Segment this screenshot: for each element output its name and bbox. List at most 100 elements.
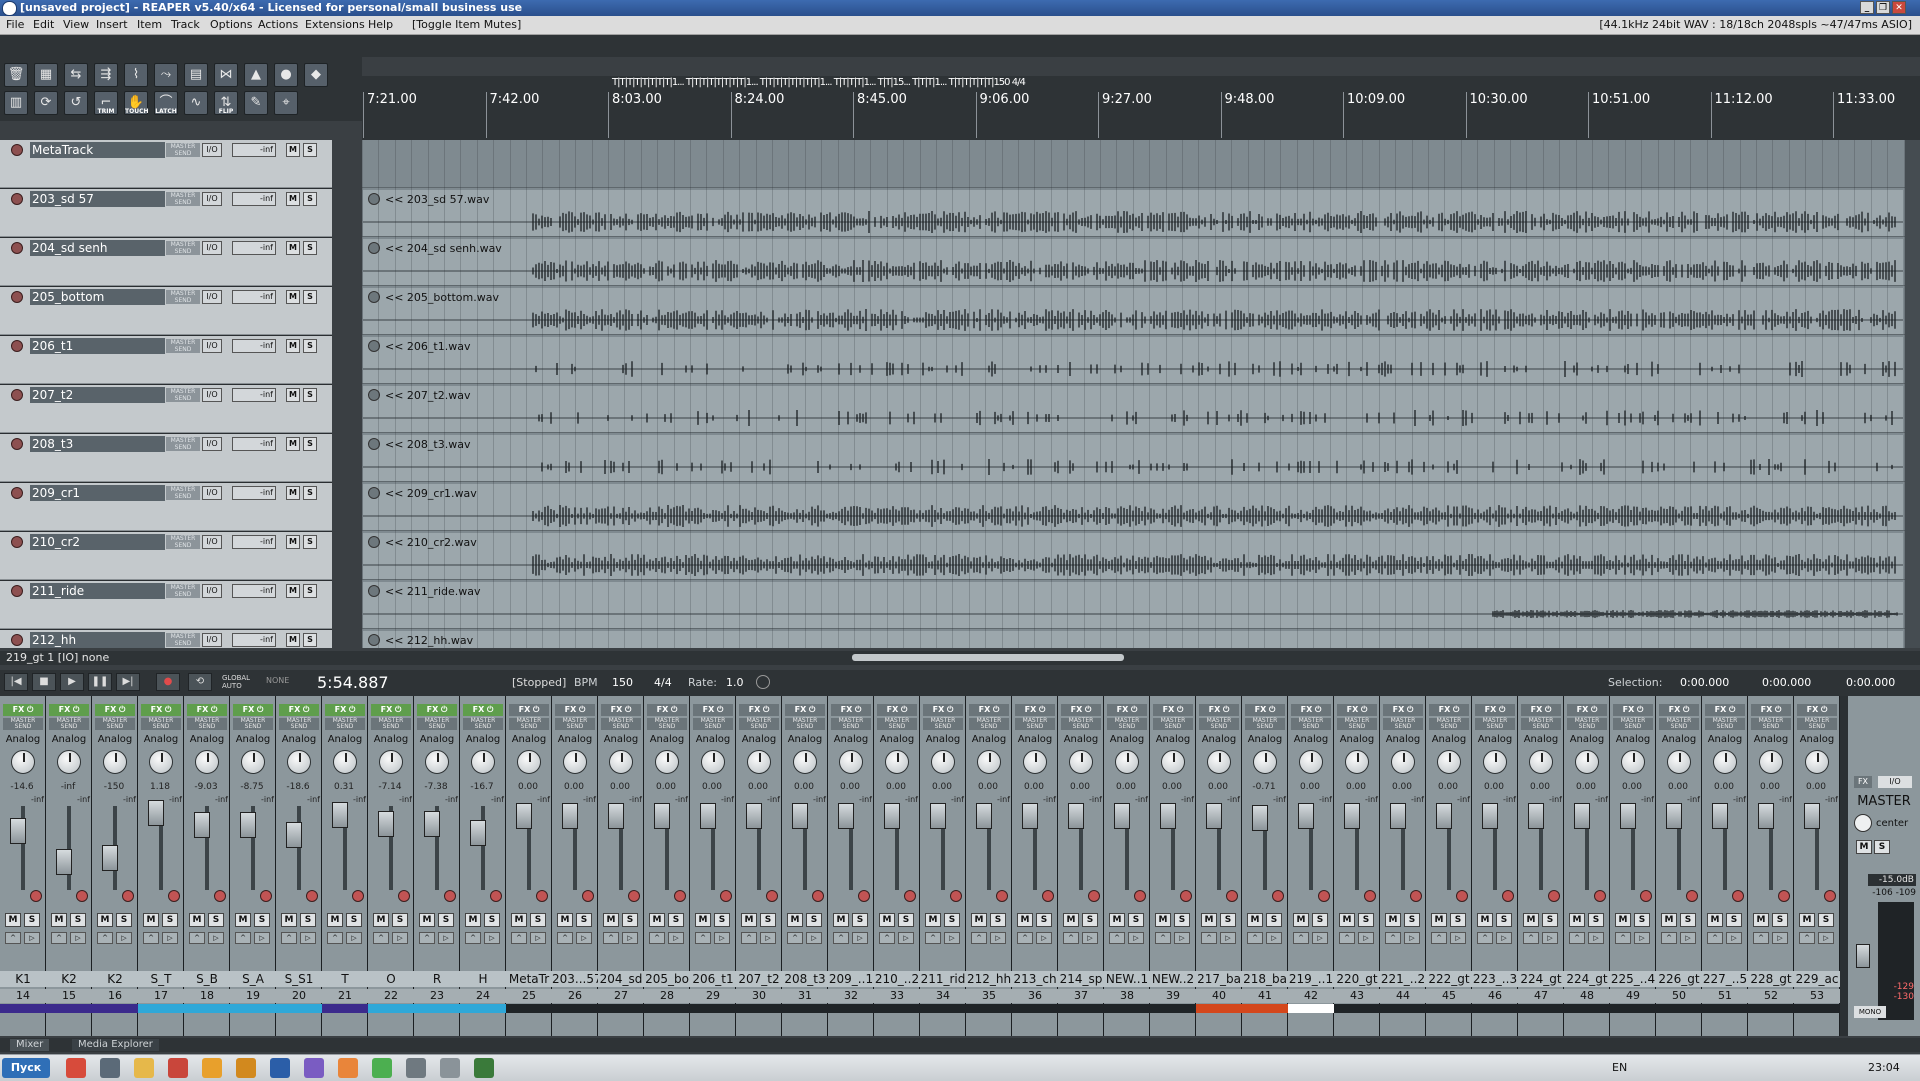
- mixer-channel-strip[interactable]: FX ⏻ MASTER SEND Analog -16.7 -inf M S ^ ▷ H 24: [460, 696, 506, 1036]
- record-arm-button[interactable]: [11, 536, 23, 548]
- automation-up-icon[interactable]: ^: [373, 932, 389, 944]
- automation-up-icon[interactable]: ^: [1477, 932, 1493, 944]
- record-arm-button[interactable]: [1502, 890, 1514, 902]
- master-send-button[interactable]: MASTER SEND: [166, 290, 200, 304]
- menu-actions[interactable]: Actions: [258, 16, 298, 34]
- automation-play-icon[interactable]: ▷: [70, 932, 86, 944]
- menu-options[interactable]: Options: [210, 16, 252, 34]
- master-send-button[interactable]: MASTER SEND: [1659, 718, 1699, 730]
- mixer-channel-strip[interactable]: FX ⏻ MASTER SEND Analog 0.00 -inf M S ^ ▷ 227_..5…: [1702, 696, 1748, 1036]
- record-arm-button[interactable]: [628, 890, 640, 902]
- track-header[interactable]: 211_ride MASTER SEND I/O -inf M S: [0, 581, 332, 629]
- automation-up-icon[interactable]: ^: [1753, 932, 1769, 944]
- pan-knob[interactable]: [241, 750, 265, 774]
- automation-play-icon[interactable]: ▷: [622, 932, 638, 944]
- automation-play-icon[interactable]: ▷: [254, 932, 270, 944]
- record-arm-button[interactable]: [11, 144, 23, 156]
- automation-play-icon[interactable]: ▷: [1128, 932, 1144, 944]
- fx-button[interactable]: FX ⏻: [601, 704, 641, 716]
- mute-button[interactable]: M: [1293, 913, 1309, 927]
- automation-play-icon[interactable]: ▷: [898, 932, 914, 944]
- solo-button[interactable]: S: [990, 913, 1006, 927]
- master-send-button[interactable]: MASTER SEND: [1015, 718, 1055, 730]
- global-auto-state[interactable]: NONE: [266, 676, 289, 685]
- automation-up-icon[interactable]: ^: [1017, 932, 1033, 944]
- automation-play-icon[interactable]: ▷: [806, 932, 822, 944]
- volume-fader[interactable]: [148, 800, 164, 826]
- volume-fader[interactable]: [56, 849, 72, 875]
- volume-fader[interactable]: [1712, 803, 1728, 829]
- automation-play-icon[interactable]: ▷: [1496, 932, 1512, 944]
- pause-button[interactable]: ❚❚: [88, 673, 112, 691]
- automation-play-icon[interactable]: ▷: [1312, 932, 1328, 944]
- input-label[interactable]: Analog: [1750, 734, 1792, 745]
- track-header[interactable]: 208_t3 MASTER SEND I/O -inf M S: [0, 434, 332, 482]
- automation-up-icon[interactable]: ^: [833, 932, 849, 944]
- pan-knob[interactable]: [1713, 750, 1737, 774]
- menu-track[interactable]: Track: [171, 16, 200, 34]
- mute-button[interactable]: M: [286, 388, 300, 402]
- mute-button[interactable]: M: [235, 913, 251, 927]
- mixer-channel-strip[interactable]: FX ⏻ MASTER SEND Analog 0.31 -inf M S ^ ▷ T 21: [322, 696, 368, 1036]
- mute-button[interactable]: M: [286, 584, 300, 598]
- volume-fader[interactable]: [1528, 803, 1544, 829]
- master-send-button[interactable]: MASTER SEND: [49, 718, 89, 730]
- channel-name[interactable]: 225_..4: [1610, 971, 1656, 987]
- record-arm-button[interactable]: [1088, 890, 1100, 902]
- fx-button[interactable]: FX ⏻: [325, 704, 365, 716]
- fx-button[interactable]: FX ⏻: [141, 704, 181, 716]
- solo-button[interactable]: S: [70, 913, 86, 927]
- app-icon-1[interactable]: [66, 1058, 86, 1078]
- fx-button[interactable]: FX ⏻: [417, 704, 457, 716]
- master-send-button[interactable]: MASTER SEND: [141, 718, 181, 730]
- channel-name[interactable]: S_T: [138, 971, 184, 987]
- input-label[interactable]: Analog: [324, 734, 366, 745]
- mute-button[interactable]: M: [1201, 913, 1217, 927]
- solo-button[interactable]: S: [1220, 913, 1236, 927]
- pan-knob[interactable]: [931, 750, 955, 774]
- mixer-channel-strip[interactable]: FX ⏻ MASTER SEND Analog 0.00 -inf M S ^ ▷ 223_..3…: [1472, 696, 1518, 1036]
- automation-play-icon[interactable]: ▷: [1818, 932, 1834, 944]
- pan-knob[interactable]: [517, 750, 541, 774]
- track-header[interactable]: 204_sd senh MASTER SEND I/O -inf M S: [0, 238, 332, 286]
- volume-fader[interactable]: [1758, 803, 1774, 829]
- mixer-channel-strip[interactable]: FX ⏻ MASTER SEND Analog 0.00 -inf M S ^ ▷ 217_ba 4…: [1196, 696, 1242, 1036]
- volume-fader[interactable]: [746, 803, 762, 829]
- solo-button[interactable]: S: [1174, 913, 1190, 927]
- master-send-button[interactable]: MASTER SEND: [1521, 718, 1561, 730]
- close-button[interactable]: ✕: [1892, 1, 1906, 14]
- pan-knob[interactable]: [1115, 750, 1139, 774]
- record-arm-button[interactable]: [490, 890, 502, 902]
- automation-up-icon[interactable]: ^: [5, 932, 21, 944]
- pan-knob[interactable]: [425, 750, 449, 774]
- input-label[interactable]: Analog: [876, 734, 918, 745]
- mixer-channel-strip[interactable]: FX ⏻ MASTER SEND Analog 0.00 -inf M S ^ ▷ 205_bo 2…: [644, 696, 690, 1036]
- touch-icon[interactable]: ✋ TOUCH: [124, 91, 149, 115]
- automation-up-icon[interactable]: ^: [1201, 932, 1217, 944]
- track-header[interactable]: 205_bottom MASTER SEND I/O -inf M S: [0, 287, 332, 335]
- master-send-button[interactable]: MASTER SEND: [1199, 718, 1239, 730]
- mute-button[interactable]: M: [603, 913, 619, 927]
- fx-button[interactable]: FX ⏻: [1199, 704, 1239, 716]
- start-button[interactable]: Пуск: [2, 1058, 50, 1078]
- mixer-channel-strip[interactable]: FX ⏻ MASTER SEND Analog 0.00 -inf M S ^ ▷ 228_gt 5…: [1748, 696, 1794, 1036]
- fx-button[interactable]: FX ⏻: [1291, 704, 1331, 716]
- input-label[interactable]: Analog: [1474, 734, 1516, 745]
- channel-name[interactable]: 206_t1: [690, 971, 736, 987]
- fx-button[interactable]: FX ⏻: [371, 704, 411, 716]
- trim-icon[interactable]: ⌐ TRIM: [94, 91, 118, 115]
- channel-name[interactable]: 217_ba: [1196, 971, 1242, 987]
- channel-name[interactable]: K2: [46, 971, 92, 987]
- tab-media-explorer[interactable]: Media Explorer: [72, 1039, 159, 1051]
- input-label[interactable]: Analog: [462, 734, 504, 745]
- automation-play-icon[interactable]: ▷: [1588, 932, 1604, 944]
- solo-button[interactable]: S: [303, 584, 317, 598]
- solo-button[interactable]: S: [1266, 913, 1282, 927]
- record-arm-button[interactable]: [1180, 890, 1192, 902]
- solo-button[interactable]: S: [1036, 913, 1052, 927]
- input-label[interactable]: Analog: [1244, 734, 1286, 745]
- selection-start[interactable]: 0:00.000: [1680, 676, 1729, 689]
- solo-button[interactable]: S: [622, 913, 638, 927]
- master-send-button[interactable]: MASTER SEND: [877, 718, 917, 730]
- volume-fader[interactable]: [1114, 803, 1130, 829]
